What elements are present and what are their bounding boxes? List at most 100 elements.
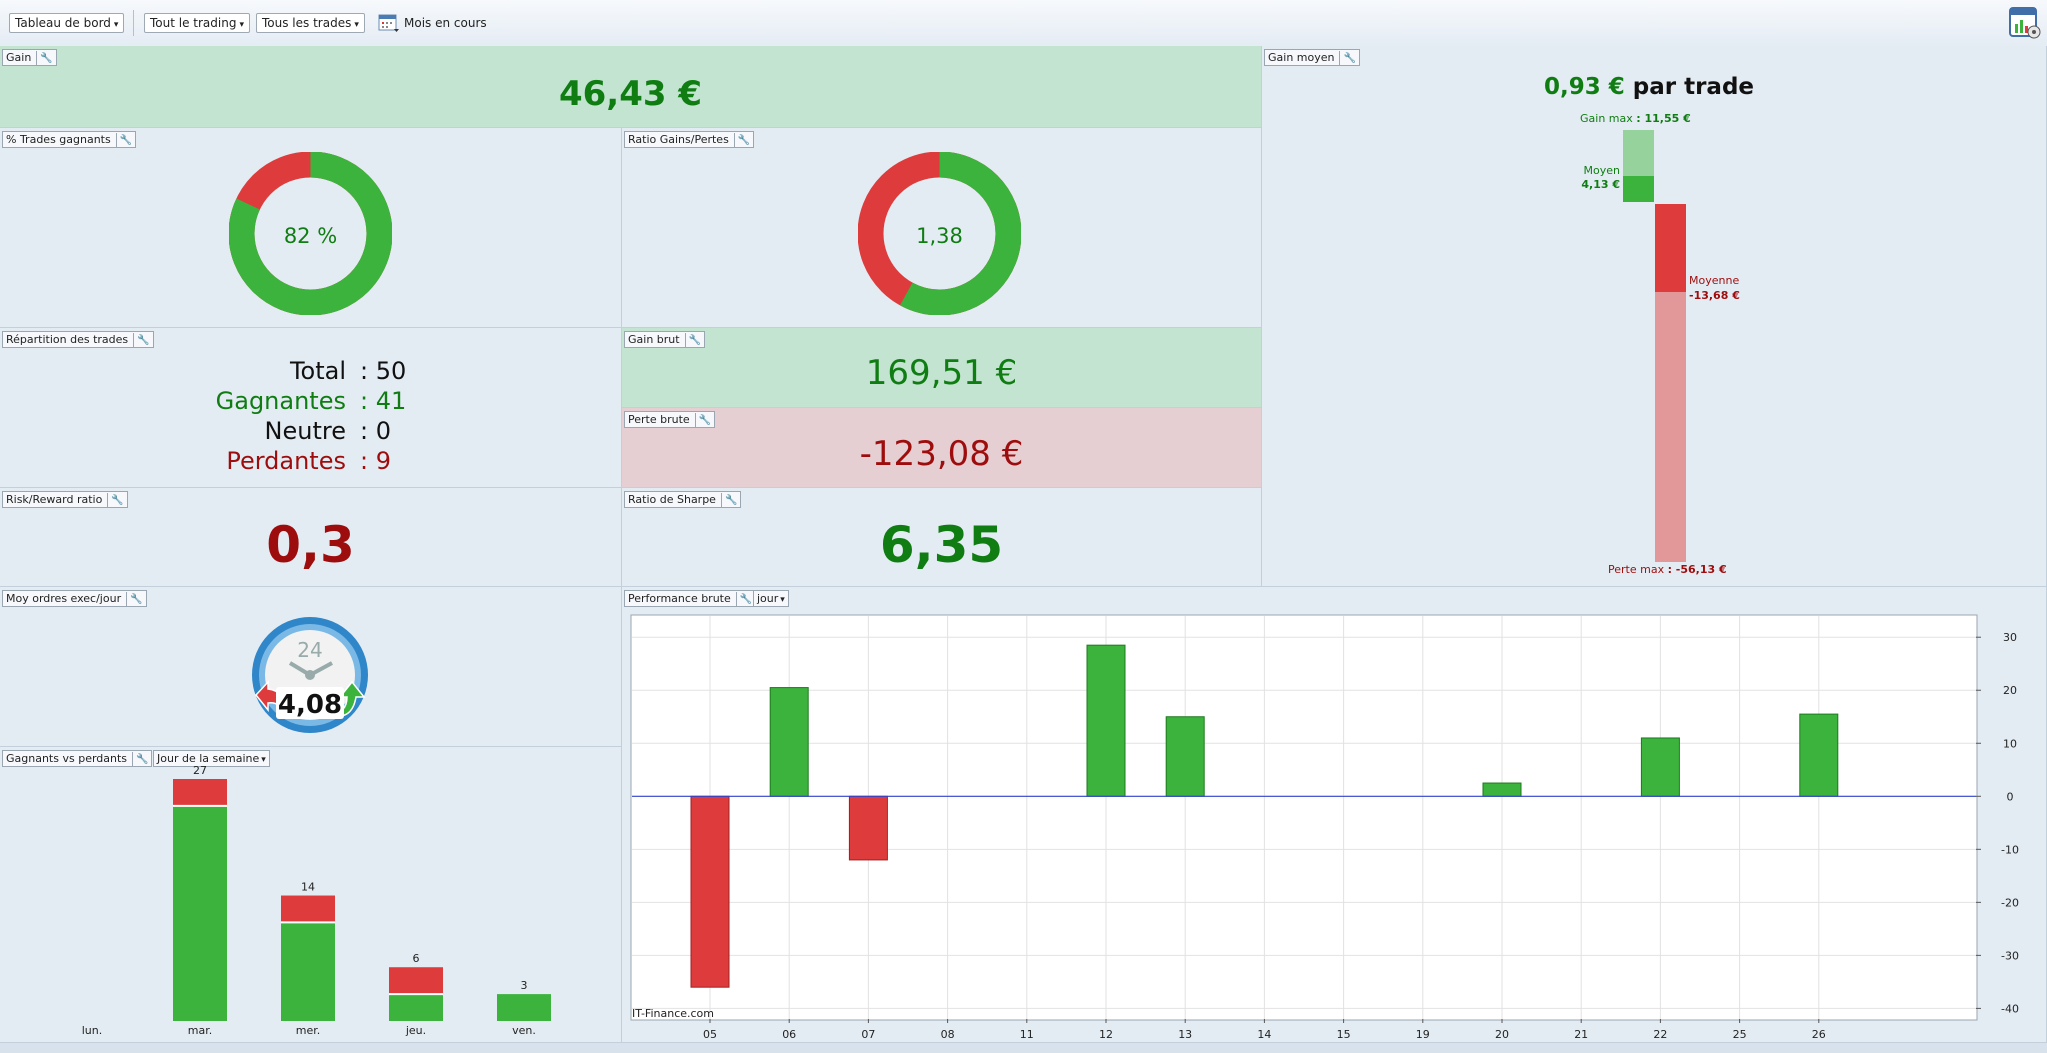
period-label[interactable]: Mois en cours: [404, 14, 487, 32]
y-tick-label: 10: [2003, 737, 2017, 750]
avg-gain-headline: 0,93 € par trade: [1262, 74, 2036, 100]
weekday-label: mar.: [188, 1024, 212, 1037]
avg-win-value: 4,13 €: [1581, 178, 1620, 191]
panel-title[interactable]: Gain moyen 🔧: [1264, 49, 1360, 66]
losses-value: : 9: [360, 447, 391, 475]
dashboard-select[interactable]: Tableau de bord ▾: [9, 13, 125, 33]
wrench-icon[interactable]: 🔧: [733, 133, 750, 148]
weekday-label: lun.: [82, 1024, 103, 1037]
y-tick-label: 20: [2003, 684, 2017, 697]
panel-title[interactable]: Risk/Reward ratio 🔧: [2, 491, 128, 508]
panel-title-label: Gain brut: [628, 333, 680, 346]
max-loss-bar: [1655, 292, 1686, 562]
x-tick-label: 12: [1099, 1028, 1113, 1041]
chevron-down-icon: ▾: [113, 20, 119, 30]
performance-bar: [1482, 782, 1522, 797]
win-bar: [173, 805, 227, 1021]
wins-value: : 41: [360, 387, 407, 415]
wrench-icon[interactable]: 🔧: [720, 493, 737, 508]
performance-bar: [769, 687, 809, 797]
avg-gain-panel: Gain moyen 🔧 0,93 € par trade Gain max : …: [1262, 46, 2047, 587]
panel-title[interactable]: Gain 🔧: [2, 49, 57, 66]
max-gain-label: Gain max: [1580, 112, 1633, 125]
performance-bar: [1799, 713, 1839, 797]
x-tick-label: 20: [1495, 1028, 1509, 1041]
max-loss-label: Perte max: [1608, 563, 1665, 576]
y-tick-label: 0: [2007, 790, 2014, 803]
y-tick-label: -10: [2001, 843, 2019, 856]
performance-bar: [1086, 644, 1126, 797]
wrench-icon[interactable]: 🔧: [115, 133, 132, 148]
panel-title[interactable]: Moy ordres exec/jour 🔧: [2, 590, 147, 607]
win-bar: [497, 994, 551, 1021]
panel-title[interactable]: Gain brut 🔧: [624, 331, 706, 348]
x-tick-label: 15: [1337, 1028, 1351, 1041]
distribution-labels: Total Gagnantes Neutre Perdantes: [0, 356, 346, 476]
panel-title-label: % Trades gagnants: [6, 133, 111, 146]
performance-bar: [1165, 716, 1205, 797]
bar-total-label: 27: [193, 764, 207, 777]
avg-loss-bar: [1655, 204, 1686, 292]
wrench-icon[interactable]: 🔧: [684, 333, 701, 348]
weekday-label: jeu.: [405, 1024, 426, 1037]
gross-loss-value: -123,08 €: [859, 434, 1024, 474]
loss-bar: [173, 779, 227, 806]
win-bar: [281, 922, 335, 1021]
chart-watermark: IT-Finance.com: [632, 1007, 714, 1020]
performance-bar: [1640, 737, 1680, 797]
gain-panel: Gain 🔧 46,43 €: [0, 46, 1262, 128]
weekday-label: ven.: [512, 1024, 536, 1037]
calendar-icon[interactable]: [378, 13, 400, 33]
toolbar-separator: [133, 10, 134, 36]
x-tick-label: 14: [1257, 1028, 1271, 1041]
winloss-chart: lun. 27 mar. 14 mer. 6 jeu. 3 ven.: [82, 764, 551, 1037]
neutral-label: Neutre: [264, 417, 346, 445]
trading-select[interactable]: Tout le trading ▾: [144, 13, 250, 33]
wrench-icon[interactable]: 🔧: [1339, 51, 1356, 66]
risk-reward-value: 0,3: [266, 516, 355, 574]
wrench-icon[interactable]: 🔧: [107, 493, 124, 508]
panel-title-label: Gain moyen: [1268, 51, 1335, 64]
y-tick-label: 30: [2003, 631, 2017, 644]
x-tick-label: 21: [1574, 1028, 1588, 1041]
chart-plot-area: [630, 614, 1978, 1021]
win-bar: [389, 994, 443, 1021]
x-tick-label: 07: [861, 1028, 875, 1041]
x-tick-label: 13: [1178, 1028, 1192, 1041]
avg-gain-value: 0,93 €: [1543, 74, 1625, 100]
panel-title[interactable]: Ratio de Sharpe 🔧: [624, 491, 742, 508]
wrench-icon[interactable]: 🔧: [133, 333, 150, 348]
sharpe-panel: Ratio de Sharpe 🔧 6,35: [622, 488, 1262, 587]
avg-win-label: Moyen: [1583, 164, 1620, 177]
loss-bar: [389, 967, 443, 995]
panel-title-label: Gain: [6, 51, 32, 64]
panel-title[interactable]: Répartition des trades 🔧: [2, 331, 154, 348]
panel-title[interactable]: Perte brute 🔧: [624, 411, 716, 428]
dashboard-settings-icon[interactable]: [2008, 6, 2042, 40]
y-tick-label: -30: [2001, 949, 2019, 962]
wrench-icon[interactable]: 🔧: [694, 413, 711, 428]
x-tick-label: 05: [703, 1028, 717, 1041]
sharpe-value: 6,35: [879, 516, 1004, 574]
orders-value: 4,08: [277, 690, 343, 720]
x-tick-label: 08: [941, 1028, 955, 1041]
wins-label: Gagnantes: [215, 387, 346, 415]
bar-total-label: 14: [301, 881, 315, 894]
panel-title-label: Risk/Reward ratio: [6, 493, 103, 506]
performance-bar: [848, 795, 888, 861]
panel-title-label: Ratio de Sharpe: [628, 493, 716, 506]
panel-title[interactable]: % Trades gagnants 🔧: [2, 131, 137, 148]
clock-label: 24: [297, 638, 322, 662]
wrench-icon[interactable]: 🔧: [36, 51, 53, 66]
trades-select[interactable]: Tous les trades ▾: [256, 13, 365, 33]
gross-gain-value: 169,51 €: [865, 353, 1018, 393]
wrench-icon[interactable]: 🔧: [126, 592, 143, 607]
x-tick-label: 19: [1416, 1028, 1430, 1041]
distribution-values: : 50 : 41 : 0 : 9: [360, 356, 406, 476]
top-toolbar: Tableau de bord ▾ Tout le trading ▾ Tous l…: [0, 0, 2047, 47]
panel-title[interactable]: Ratio Gains/Pertes 🔧: [624, 131, 755, 148]
bar-total-label: 3: [521, 979, 528, 992]
gross-loss-panel: Perte brute 🔧 -123,08 €: [622, 408, 1262, 488]
gross-gain-panel: Gain brut 🔧 169,51 €: [622, 328, 1262, 408]
avg-gain-suffix: par trade: [1632, 74, 1755, 100]
